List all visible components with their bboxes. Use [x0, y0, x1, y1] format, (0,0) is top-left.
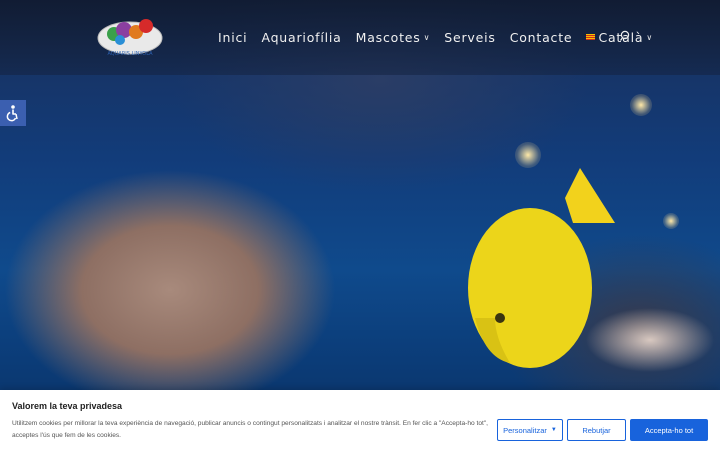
customize-button[interactable]: Personalitzar ▼ [497, 419, 563, 441]
nav-label: Aquariofília [261, 29, 342, 45]
customize-label: Personalitzar [503, 425, 547, 435]
cookie-description: Utilitzem cookies per millorar la teva e… [12, 420, 489, 439]
nav-label: Serveis [444, 29, 496, 45]
nav-label: Contacte [509, 29, 573, 45]
catalan-flag-icon [586, 34, 596, 40]
chevron-down-icon: ∨ [646, 32, 653, 42]
aquarium-light [663, 213, 679, 229]
site-logo[interactable]: AQUARIS LINYOLA [94, 12, 166, 60]
nav-item-serveis[interactable]: Serveis [444, 30, 495, 45]
accessibility-button[interactable] [0, 100, 26, 126]
accept-all-button[interactable]: Accepta-ho tot [630, 419, 708, 441]
search-icon[interactable] [620, 30, 632, 42]
cookie-title: Valorem la teva privadesa [12, 401, 123, 411]
aquarium-light [515, 142, 541, 168]
site-header: AQUARIS LINYOLA Inici Aquariofília Masco… [0, 0, 720, 72]
nav-item-contacte[interactable]: Contacte [510, 30, 573, 45]
nav-label: Inici [218, 29, 248, 45]
accept-label: Accepta-ho tot [644, 425, 694, 435]
nav-item-inici[interactable]: Inici [218, 30, 247, 45]
chevron-down-icon: ∨ [423, 32, 431, 42]
accessibility-icon [6, 105, 18, 122]
nav-item-mascotes[interactable]: Mascotes ∨ [356, 30, 431, 45]
reject-button[interactable]: Rebutjar [567, 419, 626, 441]
caret-down-icon: ▼ [550, 427, 557, 433]
nav-label: Mascotes [355, 29, 421, 45]
main-nav: Inici Aquariofília Mascotes ∨ Serveis Co… [218, 28, 667, 46]
nav-item-aquariofilia[interactable]: Aquariofília [261, 30, 341, 45]
yellow-tang-fish-image [468, 168, 615, 368]
aquarium-light [630, 94, 652, 116]
reject-label: Rebutjar [582, 425, 611, 435]
logo-text: AQUARIS LINYOLA [107, 51, 153, 57]
